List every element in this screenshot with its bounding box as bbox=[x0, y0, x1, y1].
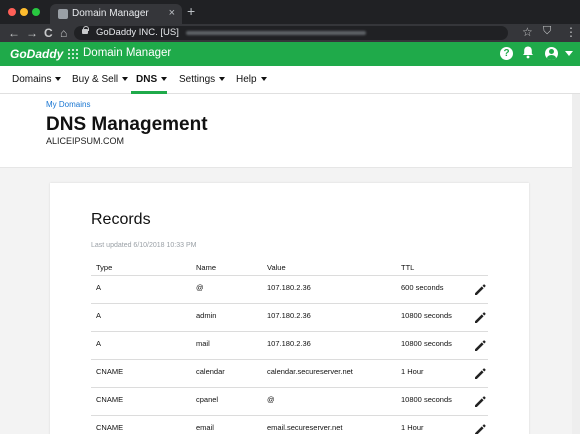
new-tab-button[interactable]: + bbox=[187, 3, 195, 19]
close-window-button[interactable] bbox=[8, 8, 16, 16]
record-name: email bbox=[196, 423, 214, 432]
favicon-icon bbox=[58, 9, 68, 19]
page-title: DNS Management bbox=[46, 114, 208, 135]
records-table: Type Name Value TTL A @107.180.2.36 600 se… bbox=[91, 259, 488, 434]
last-updated: Last updated 6/10/2018 10:33 PM bbox=[91, 242, 197, 249]
chevron-down-icon bbox=[161, 77, 168, 82]
browser-menu-icon[interactable]: ⋮ bbox=[565, 25, 577, 39]
record-ttl: 600 seconds bbox=[401, 283, 444, 292]
record-value: email.secureserver.net bbox=[267, 423, 343, 432]
record-ttl: 1 Hour bbox=[401, 423, 424, 432]
record-type: A bbox=[96, 311, 102, 320]
table-row: CNAME cpanel @10800 seconds bbox=[91, 388, 488, 416]
app-grid-icon[interactable] bbox=[68, 49, 78, 59]
breadcrumb[interactable]: My Domains bbox=[46, 100, 90, 109]
record-value: 107.180.2.36 bbox=[267, 311, 311, 320]
record-type: A bbox=[96, 339, 102, 348]
chevron-down-icon bbox=[55, 77, 62, 82]
record-name: @ bbox=[196, 283, 204, 292]
browser-toolbar: ← → C ⌂ GoDaddy INC. [US] ☆ ⛉ ⋮ bbox=[0, 24, 580, 42]
account-dropdown-chevron-icon[interactable] bbox=[565, 51, 573, 56]
record-name: admin bbox=[196, 311, 217, 320]
record-ttl: 10800 seconds bbox=[401, 339, 452, 348]
main-nav: Domains Buy & Sell DNS Settings Help bbox=[0, 66, 580, 94]
record-type: CNAME bbox=[96, 423, 124, 432]
forward-icon[interactable]: → bbox=[26, 25, 38, 41]
lock-icon bbox=[82, 26, 89, 34]
back-icon[interactable]: ← bbox=[8, 25, 20, 41]
address-url-blurred bbox=[186, 31, 366, 35]
nav-buy-sell[interactable]: Buy & Sell bbox=[72, 74, 129, 85]
godaddy-logo[interactable]: GoDaddy bbox=[10, 47, 63, 61]
notifications-bell-icon[interactable] bbox=[522, 46, 534, 62]
record-type: CNAME bbox=[96, 395, 124, 404]
record-type: A bbox=[96, 283, 102, 292]
home-icon[interactable]: ⌂ bbox=[60, 25, 67, 41]
record-name: cpanel bbox=[196, 395, 219, 404]
edit-pencil-icon[interactable] bbox=[473, 339, 487, 353]
table-row: A @107.180.2.36 600 seconds bbox=[91, 276, 488, 304]
app-name: Domain Manager bbox=[83, 47, 172, 59]
record-ttl: 10800 seconds bbox=[401, 311, 452, 320]
record-value: 107.180.2.36 bbox=[267, 339, 311, 348]
nav-settings[interactable]: Settings bbox=[179, 74, 226, 85]
column-header-type: Type bbox=[96, 263, 113, 272]
table-row: CNAME calendar calendar.secureserver.net 1 … bbox=[91, 360, 488, 388]
address-organization: GoDaddy INC. [US] bbox=[96, 27, 179, 38]
address-bar[interactable]: GoDaddy INC. [US] bbox=[74, 26, 508, 40]
record-ttl: 10800 seconds bbox=[401, 395, 452, 404]
browser-tab-bar: Domain Manager × + bbox=[0, 0, 580, 24]
column-header-ttl: TTL bbox=[401, 263, 415, 272]
record-name: mail bbox=[196, 339, 210, 348]
record-name: calendar bbox=[196, 367, 225, 376]
table-header: Type Name Value TTL bbox=[91, 259, 488, 276]
tab-title: Domain Manager bbox=[72, 8, 149, 19]
help-icon[interactable]: ? bbox=[500, 47, 513, 60]
edit-pencil-icon[interactable] bbox=[473, 311, 487, 325]
chevron-down-icon bbox=[260, 77, 267, 82]
browser-tab[interactable]: Domain Manager × bbox=[50, 4, 182, 24]
edit-pencil-icon[interactable] bbox=[473, 367, 487, 381]
edit-pencil-icon[interactable] bbox=[473, 283, 487, 297]
page-header: My Domains DNS Management ALICEIPSUM.COM bbox=[0, 94, 580, 168]
column-header-value: Value bbox=[267, 263, 286, 272]
domain-name: ALICEIPSUM.COM bbox=[46, 136, 125, 146]
tab-close-icon[interactable]: × bbox=[169, 7, 175, 19]
bookmark-star-icon[interactable]: ☆ bbox=[522, 25, 533, 39]
record-type: CNAME bbox=[96, 367, 124, 376]
records-card: Records Last updated 6/10/2018 10:33 PM … bbox=[50, 183, 529, 434]
edit-pencil-icon[interactable] bbox=[473, 423, 487, 434]
chevron-down-icon bbox=[122, 77, 129, 82]
user-avatar-icon[interactable] bbox=[545, 47, 558, 60]
record-value: @ bbox=[267, 395, 275, 404]
nav-dns[interactable]: DNS bbox=[136, 74, 168, 85]
table-row: Amail 107.180.2.36 10800 seconds bbox=[91, 332, 488, 360]
chevron-down-icon bbox=[219, 77, 226, 82]
page-scrollbar[interactable] bbox=[572, 94, 580, 434]
records-title: Records bbox=[91, 211, 151, 228]
table-row: Aadmin 107.180.2.36 10800 seconds bbox=[91, 304, 488, 332]
app-header: GoDaddy Domain Manager ? bbox=[0, 42, 580, 66]
record-value: 107.180.2.36 bbox=[267, 283, 311, 292]
record-ttl: 1 Hour bbox=[401, 367, 424, 376]
column-header-name: Name bbox=[196, 263, 217, 272]
edit-pencil-icon[interactable] bbox=[473, 395, 487, 409]
nav-help[interactable]: Help bbox=[236, 74, 267, 85]
maximize-window-button[interactable] bbox=[32, 8, 40, 16]
reload-icon[interactable]: C bbox=[44, 25, 53, 41]
nav-domains[interactable]: Domains bbox=[12, 74, 62, 85]
extension-icon[interactable]: ⛉ bbox=[543, 25, 551, 38]
record-value: calendar.secureserver.net bbox=[267, 367, 353, 376]
table-row: CNAME email email.secureserver.net 1 Hour bbox=[91, 416, 488, 434]
minimize-window-button[interactable] bbox=[20, 8, 28, 16]
